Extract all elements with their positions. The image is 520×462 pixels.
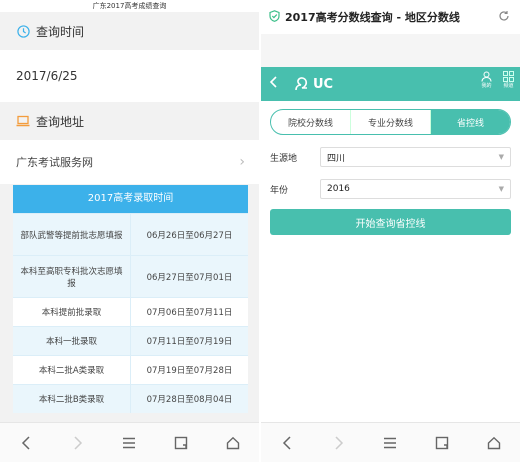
shield-icon [269, 9, 280, 25]
table-row: 本科至高职专科批次志愿填报 06月27日至07月01日 [13, 255, 248, 297]
query-form: 院校分数线 专业分数线 省控线 生源地 四川 ▼ 年份 2016 ▼ 开始查询省… [261, 101, 520, 239]
time-cell: 07月11日至07月19日 [146, 337, 233, 347]
query-time-header: 查询时间 [0, 12, 259, 50]
origin-label: 生源地 [270, 153, 298, 164]
dropdown-caret-icon: ▼ [498, 185, 504, 193]
table-title: 2017高考录取时间 [13, 185, 248, 213]
year-select[interactable]: 2016 ▼ [320, 179, 511, 199]
window-title: 2017高考分数线查询 - 地区分数线 [285, 11, 460, 24]
clock-icon [16, 24, 30, 38]
back-icon[interactable] [11, 433, 41, 453]
channel-button[interactable]: 频道 [503, 71, 514, 89]
batch-cell: 本科二批A类录取 [13, 356, 131, 384]
time-cell: 07月28日至08月04日 [146, 395, 233, 405]
tab-province-line[interactable]: 省控线 [431, 110, 510, 134]
uc-logo: UC [293, 76, 333, 92]
menu-icon[interactable] [114, 433, 144, 453]
query-address-label: 查询地址 [36, 114, 85, 129]
batch-cell: 本科提前批录取 [13, 298, 131, 326]
refresh-icon[interactable] [498, 10, 510, 25]
table-row: 本科二批A类录取 07月19日至07月28日 [13, 355, 248, 384]
batch-cell: 本科一批录取 [13, 327, 131, 355]
user-icon [481, 71, 492, 82]
laptop-icon [16, 114, 30, 128]
tabs-icon[interactable] [166, 433, 196, 453]
grid-icon [503, 71, 514, 82]
screenshot: 广东2017高考成绩查询 查询时间 2017/6/25 查询地址 广东考试服务网… [0, 0, 520, 462]
squirrel-icon [295, 77, 308, 91]
query-time-label: 查询时间 [36, 24, 85, 39]
origin-value: 四川 [327, 153, 346, 164]
my-account-button[interactable]: 我的 [481, 71, 492, 89]
forward-icon[interactable] [63, 433, 93, 453]
score-type-tabs: 院校分数线 专业分数线 省控线 [270, 109, 511, 135]
tab-major-score[interactable]: 专业分数线 [351, 110, 431, 134]
page-title: 广东2017高考成绩查询 [0, 0, 259, 12]
uc-header: UC 我的 频道 [261, 67, 520, 101]
origin-select[interactable]: 四川 ▼ [320, 147, 511, 167]
home-icon[interactable] [479, 433, 509, 453]
menu-icon[interactable] [375, 433, 405, 453]
year-row: 年份 2016 ▼ [270, 179, 511, 199]
start-query-button[interactable]: 开始查询省控线 [270, 209, 511, 235]
spacer [261, 34, 520, 67]
time-cell: 07月06日至07月11日 [146, 308, 233, 318]
table-row: 本科一批录取 07月11日至07月19日 [13, 326, 248, 355]
admission-schedule-table: 2017高考录取时间 部队武警等提前批志愿填报 06月26日至06月27日 本科… [13, 185, 248, 413]
time-cell: 06月27日至07月01日 [146, 272, 233, 283]
dropdown-caret-icon: ▼ [498, 153, 504, 161]
left-panel: 广东2017高考成绩查询 查询时间 2017/6/25 查询地址 广东考试服务网… [0, 0, 259, 462]
year-value: 2016 [327, 184, 350, 194]
tabs-icon[interactable] [427, 433, 457, 453]
browser-nav-bar [261, 422, 520, 462]
channel-label: 频道 [503, 83, 514, 89]
batch-cell: 本科二批B类录取 [13, 385, 131, 413]
brand-name: UC [313, 76, 334, 92]
time-cell: 07月19日至07月28日 [146, 366, 233, 376]
origin-row: 生源地 四川 ▼ [270, 147, 511, 167]
query-address-link[interactable]: 广东考试服务网 › [0, 140, 259, 184]
tab-school-score[interactable]: 院校分数线 [271, 110, 351, 134]
right-panel: 2017高考分数线查询 - 地区分数线 UC 我的 频道 院校分数线 专业分数线… [261, 0, 520, 462]
query-time-value: 2017/6/25 [0, 50, 259, 102]
query-address-header: 查询地址 [0, 102, 259, 140]
browser-title-bar: 2017高考分数线查询 - 地区分数线 [261, 0, 520, 34]
back-arrow-icon[interactable] [269, 76, 283, 92]
year-label: 年份 [270, 185, 289, 196]
table-row: 本科提前批录取 07月06日至07月11日 [13, 297, 248, 326]
chevron-right-icon: › [239, 154, 245, 170]
table-row: 部队武警等提前批志愿填报 06月26日至06月27日 [13, 213, 248, 255]
forward-icon[interactable] [324, 433, 354, 453]
batch-cell: 部队武警等提前批志愿填报 [13, 214, 131, 255]
query-address-value: 广东考试服务网 [16, 156, 93, 169]
batch-cell: 本科至高职专科批次志愿填报 [13, 256, 131, 297]
time-cell: 06月26日至06月27日 [146, 230, 233, 241]
back-icon[interactable] [272, 433, 302, 453]
my-account-label: 我的 [481, 83, 492, 89]
browser-nav-bar [0, 422, 259, 462]
home-icon[interactable] [218, 433, 248, 453]
blank-content [261, 239, 520, 449]
table-row: 本科二批B类录取 07月28日至08月04日 [13, 384, 248, 413]
